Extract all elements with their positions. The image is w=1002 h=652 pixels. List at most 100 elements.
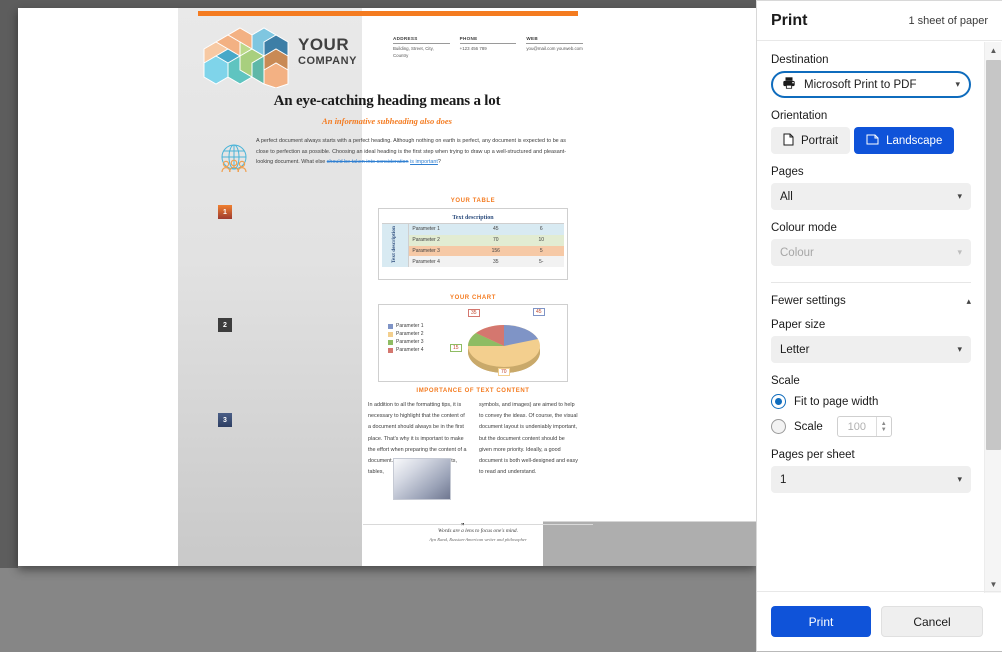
- stepper-arrows-icon[interactable]: ▲ ▼: [875, 417, 891, 436]
- contact-phone-value: +123 456 789: [459, 46, 487, 51]
- print-panel-header: Print 1 sheet of paper: [757, 1, 1002, 41]
- scroll-up-icon[interactable]: ▲: [985, 42, 1002, 59]
- page-badge-3: 3: [218, 413, 232, 427]
- pie-label-p4: 35: [468, 309, 480, 317]
- paper-size-label: Paper size: [771, 319, 826, 331]
- scale-fit-label: Fit to page width: [794, 395, 879, 408]
- scale-value[interactable]: 100: [838, 421, 876, 433]
- table-row: Parameter 2 70 10: [382, 234, 564, 246]
- page-portrait-icon: [783, 133, 794, 149]
- company-name: YOUR COMPANY: [298, 36, 357, 67]
- print-settings: Destination Microsoft Print to PDF ▾ Ori…: [757, 42, 985, 593]
- scale-fit-option[interactable]: Fit to page width: [771, 394, 971, 409]
- fewer-settings-label: Fewer settings: [771, 295, 846, 307]
- table-header-cell: Text description: [382, 213, 564, 224]
- contact-web-value: you@mail.com yourweb.com: [526, 46, 583, 51]
- section-title: IMPORTANCE OF TEXT CONTENT: [416, 388, 530, 394]
- company-name-line1: YOUR: [298, 35, 350, 54]
- data-table: Text description Text description Parame…: [382, 213, 564, 268]
- chevron-down-icon: ▾: [957, 474, 962, 484]
- pie-label-p3: 15: [450, 344, 462, 352]
- table-cell-name: Parameter 1: [412, 226, 440, 233]
- colour-mode-value: Colour: [780, 246, 814, 259]
- document-heading: An eye-catching heading means a lot: [273, 93, 501, 109]
- contact-info: ADDRESS Building, Street, City, Country …: [393, 36, 584, 59]
- orientation-portrait-button[interactable]: Portrait: [771, 127, 851, 154]
- pie-label-p2: 70: [498, 368, 510, 376]
- table-cell-v2: 10: [538, 237, 545, 244]
- print-button[interactable]: Print: [771, 606, 871, 637]
- table-cell-v1: 156: [491, 247, 500, 254]
- paragraph-link-struck[interactable]: should be taken into consideration: [327, 159, 409, 165]
- orientation-group: Portrait Landscape: [771, 127, 971, 154]
- quote-mark-icon: ”: [461, 523, 465, 530]
- print-panel-footer: Print Cancel: [757, 591, 1001, 651]
- chevron-down-icon: ▾: [957, 247, 962, 257]
- document-page: YOUR COMPANY ADDRESS Building, Street, C…: [178, 8, 593, 566]
- orientation-landscape-label: Landscape: [886, 134, 943, 147]
- table-row-label: Text description: [382, 223, 410, 268]
- contact-phone: PHONE +123 456 789: [459, 36, 517, 59]
- page-badge-1: 1: [218, 205, 232, 219]
- table-row: Text description Parameter 1 45 6: [382, 223, 564, 268]
- scale-label: Scale: [771, 375, 800, 387]
- orientation-landscape-button[interactable]: Landscape: [854, 127, 955, 154]
- print-panel: Print 1 sheet of paper Destination Micro…: [756, 0, 1002, 652]
- scale-custom-option[interactable]: Scale 100 ▲ ▼: [771, 416, 971, 437]
- radio-custom-scale[interactable]: [771, 419, 786, 434]
- header-accent-rule: [198, 11, 578, 16]
- scrollbar-thumb[interactable]: [986, 60, 1001, 450]
- preview-left-bar: [0, 0, 18, 568]
- settings-divider: [771, 282, 971, 283]
- printer-icon: [782, 76, 796, 93]
- scale-stepper[interactable]: 100 ▲ ▼: [836, 416, 892, 437]
- table-cell-v1: 45: [492, 226, 499, 233]
- orientation-label: Orientation: [771, 110, 828, 122]
- pages-per-sheet-value: 1: [780, 473, 787, 486]
- paragraph-link-underlined[interactable]: is important: [410, 159, 438, 165]
- table-cell-name: Parameter 4: [412, 258, 440, 265]
- destination-select[interactable]: Microsoft Print to PDF ▾: [771, 71, 971, 98]
- preview-sheet[interactable]: YOUR COMPANY ADDRESS Building, Street, C…: [18, 8, 756, 566]
- text-column-right: symbols, and images) are aimed to help t…: [479, 402, 578, 476]
- page-landscape-icon: [866, 133, 879, 148]
- table-cell-v2: 5-: [539, 258, 544, 265]
- scale-custom-label: Scale: [794, 420, 823, 433]
- contact-phone-heading: PHONE: [459, 36, 517, 44]
- document-paragraph: A perfect document always starts with a …: [256, 136, 566, 168]
- pages-per-sheet-label: Pages per sheet: [771, 449, 855, 461]
- paper-size-value: Letter: [780, 343, 810, 356]
- document-quote: ” Words are a lens to focus one's mind. …: [383, 523, 573, 542]
- chart-legend: Parameter 1 Parameter 2 Parameter 3 Para…: [388, 322, 424, 354]
- print-dialog-screen: YOUR COMPANY ADDRESS Building, Street, C…: [0, 0, 1002, 652]
- contact-address: ADDRESS Building, Street, City, Country: [393, 36, 450, 59]
- destination-value: Microsoft Print to PDF: [804, 78, 917, 91]
- contact-address-heading: ADDRESS: [393, 36, 450, 44]
- table-cell-v2: 5: [539, 247, 543, 254]
- print-title: Print: [771, 11, 808, 29]
- globe-people-icon: [214, 140, 254, 180]
- paper-size-select[interactable]: Letter ▾: [771, 336, 971, 363]
- settings-scrollbar[interactable]: ▲ ▼: [984, 42, 1001, 593]
- legend-item: Parameter 2: [388, 330, 424, 338]
- pages-select[interactable]: All ▾: [771, 183, 971, 210]
- pages-per-sheet-select[interactable]: 1 ▾: [771, 466, 971, 493]
- table-row: Parameter 4 35 5-: [382, 256, 564, 268]
- fewer-settings-toggle[interactable]: Fewer settings ▴: [771, 295, 971, 307]
- table-header-row: Text description: [382, 213, 564, 224]
- radio-fit-to-width[interactable]: [771, 394, 786, 409]
- document-subheading: An informative subheading also does: [322, 116, 452, 126]
- preview-top-bar: [0, 0, 756, 8]
- quote-text: Words are a lens to focus one's mind.: [438, 528, 518, 534]
- page-badge-2: 2: [218, 318, 232, 332]
- legend-item: Parameter 3: [388, 338, 424, 346]
- gradient-image-placeholder: [393, 458, 451, 500]
- table-title: YOUR TABLE: [450, 198, 496, 204]
- table-cell-v1: 70: [492, 237, 499, 244]
- destination-label: Destination: [771, 54, 829, 66]
- cancel-button[interactable]: Cancel: [881, 606, 983, 637]
- print-preview-area: YOUR COMPANY ADDRESS Building, Street, C…: [0, 0, 756, 652]
- contact-address-value: Building, Street, City, Country: [393, 46, 434, 58]
- company-name-line2: COMPANY: [298, 54, 357, 67]
- legend-item: Parameter 4: [388, 346, 424, 354]
